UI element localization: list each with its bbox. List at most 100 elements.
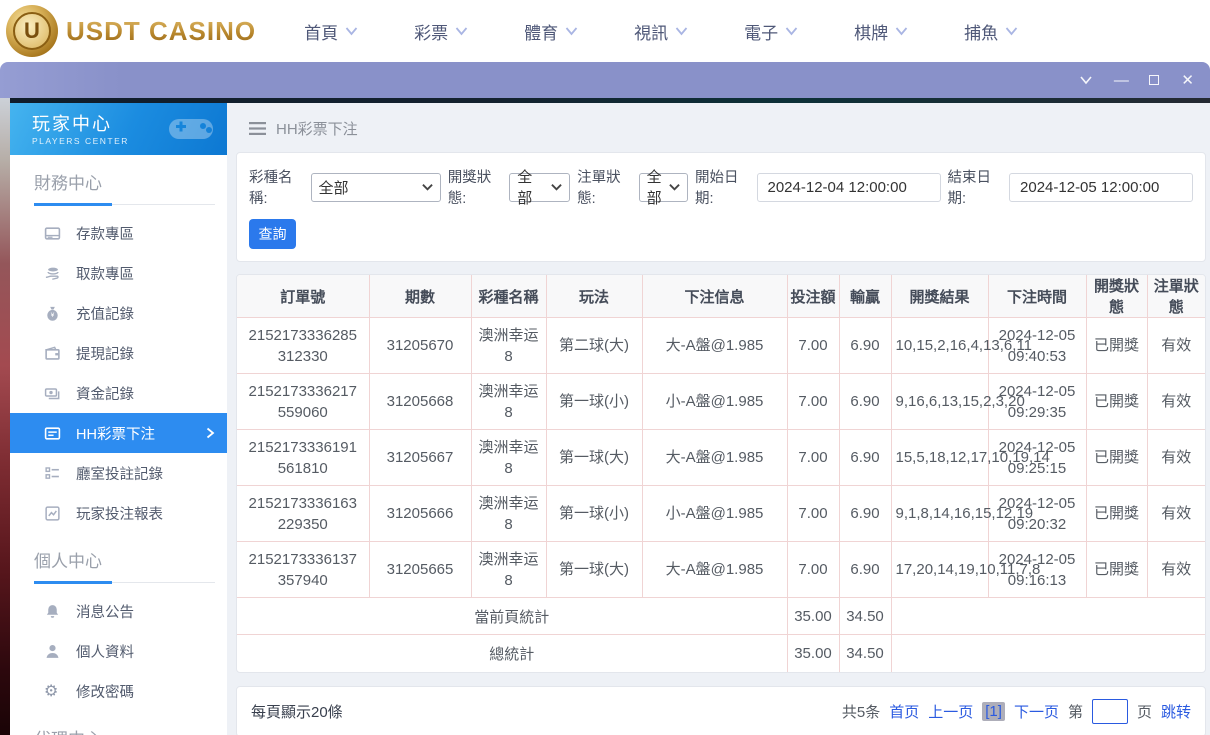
window-maximize-icon[interactable] [1149,75,1160,85]
table-header-cell-10: 注單狀態 [1146,275,1205,318]
table-header-cell-1: 期數 [368,275,472,318]
nav-item-fishing[interactable]: 捕魚 [964,19,1018,44]
table-header-cell-8: 下注時間 [987,275,1087,318]
order-status-filter-label: 注單狀態: [577,170,621,207]
first-page-link[interactable]: 首页 [889,701,919,722]
nav-item-label: 體育 [524,23,559,43]
cell-draw-status: 已開獎 [1085,317,1148,374]
breadcrumb: HH彩票下注 [227,103,1210,152]
nav-item-lottery[interactable]: 彩票 [414,19,468,44]
cell-order-status: 有效 [1146,373,1205,430]
sidebar-item-label: 玩家投注報表 [76,506,163,523]
sidebar-item-deposit-zone[interactable]: 存款專區 [10,213,227,253]
prev-page-link[interactable]: 上一页 [928,701,973,722]
chevron-down-icon [675,26,688,36]
nav-item-cards[interactable]: 棋牌 [854,19,908,44]
draw-status-filter-label: 開獎狀態: [447,170,492,207]
current-page-indicator: [1] [982,701,1005,721]
table-header-cell-6: 輸贏 [838,275,892,318]
sidebar-item-profile[interactable]: 個人資料 [10,631,227,671]
end-date-label: 結束日期: [947,170,992,207]
pagination: 共5条 首页 上一页 [1] 下一页 第 页 跳转 [841,698,1191,724]
sidebar-section-title: 代理中心 [10,711,227,735]
table-header-cell-4: 下注信息 [641,275,788,318]
cell-order-status: 有效 [1146,317,1205,374]
order-status-select[interactable]: 全部 [638,169,688,207]
cell-play-type: 第一球(小) [545,373,643,430]
chevron-down-icon [422,183,433,191]
sidebar-header: 玩家中心 PLAYERS CENTER [10,103,227,155]
page-number-input[interactable] [1091,698,1128,724]
cell-period: 31205670 [368,317,472,374]
cell-order-no: 2152173336137357940 [237,541,370,598]
window-minimize-icon[interactable]: — [1114,72,1129,89]
cell-bet-info: 小-A盤@1.985 [641,373,788,430]
sidebar-item-withdraw-zone[interactable]: 取款專區 [10,253,227,293]
nav-item-home[interactable]: 首頁 [304,19,358,44]
table-header-cell-2: 彩種名稱 [470,275,547,318]
window-controls: — ✕ [1079,71,1210,89]
table-row: 2152173336285312330 31205670 澳洲幸运8 第二球(大) 大-… [237,317,1205,374]
table-header-cell-5: 投注額 [786,275,840,318]
sidebar-item-change-password[interactable]: ⚙ 修改密碼 [10,671,227,711]
funds-icon [44,385,61,402]
sidebar-item-label: 存款專區 [76,226,134,243]
cell-win-loss: 6.90 [838,317,892,374]
nav-item-live[interactable]: 視訊 [634,19,688,44]
cell-bet-amount: 7.00 [786,429,840,486]
table-header-cell-7: 開獎結果 [890,275,989,318]
jump-link[interactable]: 跳转 [1161,701,1191,722]
sidebar-item-label: 廳室投註記錄 [76,466,163,483]
sidebar-item-room-bet-records[interactable]: 廳室投註記錄 [10,453,227,493]
site-logo[interactable]: U USDT CASINO [0,5,256,57]
lottery-select-value: 全部 [318,179,349,197]
sidebar-item-player-bet-report[interactable]: 玩家投注報表 [10,493,227,533]
content-region: 玩家中心 PLAYERS CENTER 財務中心 存款專區 取款專區 ¥ 充值記錄 提現記… [0,98,1210,735]
cell-order-no: 2152173336285312330 [237,317,370,374]
usdt-coin-logo-icon: U [6,5,58,57]
cell-win-loss: 6.90 [838,485,892,542]
lottery-select[interactable]: 全部 [310,172,441,202]
draw-status-select-value: 全部 [517,169,533,207]
cell-draw-result: 10,15,2,16,4,13,6,11 [890,317,1032,374]
cell-bet-info: 大-A盤@1.985 [641,429,788,486]
chevron-down-icon [565,26,578,36]
hamburger-icon[interactable] [249,122,266,135]
cell-draw-result: 9,16,6,13,15,2,3,20 [890,373,1025,430]
summary-bet-total: 35.00 [786,634,840,672]
start-date-input[interactable] [756,172,941,202]
room-record-icon [44,465,61,482]
sidebar-item-funds-records[interactable]: 資金記錄 [10,373,227,413]
summary-winloss-total: 34.50 [838,597,892,635]
cell-draw-status: 已開獎 [1085,485,1148,542]
sidebar-item-label: 個人資料 [76,644,134,661]
nav-item-sports[interactable]: 體育 [524,19,578,44]
sidebar-item-recharge-records[interactable]: ¥ 充值記錄 [10,293,227,333]
lottery-bet-icon [44,425,61,442]
window-close-icon[interactable]: ✕ [1181,71,1194,89]
cell-bet-info: 小-A盤@1.985 [641,485,788,542]
cell-order-no: 2152173336217559060 [237,373,370,430]
nav-item-slots[interactable]: 電子 [744,19,798,44]
sidebar-item-announcements[interactable]: 消息公告 [10,591,227,631]
sidebar-item-hh-lottery-bets[interactable]: HH彩票下注 [10,413,227,453]
total-count: 共5条 [841,703,881,721]
next-page-link[interactable]: 下一页 [1014,701,1059,722]
cell-lottery-name: 澳洲幸运8 [470,373,547,430]
player-center-window: 玩家中心 PLAYERS CENTER 財務中心 存款專區 取款專區 ¥ 充值記錄 提現記… [10,98,1210,735]
sidebar-item-withdraw-records[interactable]: 提現記錄 [10,333,227,373]
table-row: 2152173336217559060 31205668 澳洲幸运8 第一球(小) 小-… [237,373,1205,430]
draw-status-select[interactable]: 全部 [509,169,571,207]
lottery-filter-label: 彩種名稱: [249,170,293,207]
cell-lottery-name: 澳洲幸运8 [470,317,547,374]
sidebar-item-label: 消息公告 [76,604,134,621]
nav-item-label: 電子 [744,23,779,43]
section-underline [34,203,215,206]
site-logo-text: USDT CASINO [66,15,257,46]
end-date-input[interactable] [1009,172,1194,202]
summary-winloss-total: 34.50 [838,634,892,672]
cell-draw-status: 已開獎 [1085,429,1148,486]
window-collapse-icon[interactable] [1079,75,1093,85]
search-button[interactable]: 查詢 [249,219,296,249]
cell-bet-info: 大-A盤@1.985 [641,317,788,374]
